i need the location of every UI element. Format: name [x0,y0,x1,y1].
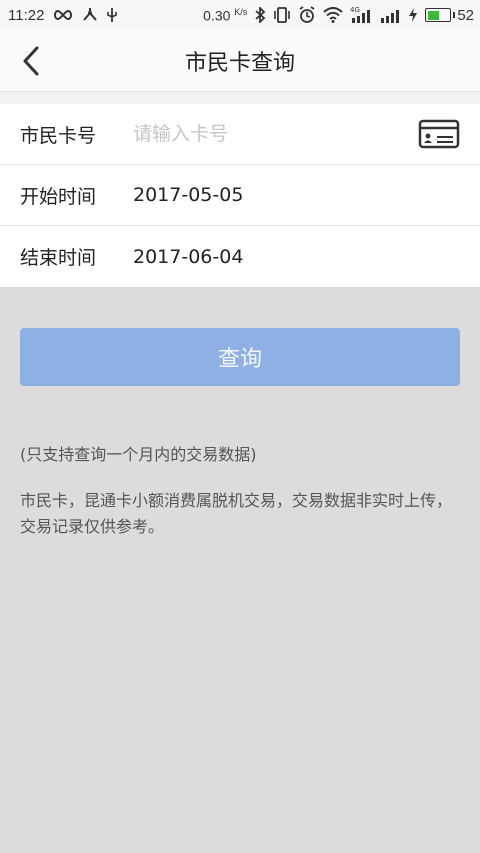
header-gap [0,92,480,104]
status-time: 11:22 [8,6,45,24]
range-note: (只支持查询一个月内的交易数据) [20,445,257,464]
infinity-icon [52,9,74,21]
info-note: 市民卡，昆通卡小额消费属脱机交易，交易数据非实时上传，交易记录仅供参考。 [20,491,453,536]
battery-percent: 52 [457,6,474,24]
page-title: 市民卡查询 [184,50,295,76]
alarm-icon [298,6,316,24]
battery-indicator: 52 [425,7,474,24]
chevron-left-icon [23,46,39,76]
query-button[interactable]: 查询 [20,328,460,386]
speed-value: 0.30 [203,7,231,24]
header: 市民卡查询 [0,30,480,92]
wifi-icon [323,7,343,23]
usb-icon [106,7,118,23]
bluetooth-icon [254,7,266,23]
battery-level [427,10,439,20]
query-form: 市民卡号 开始时间 2017-05-05 结束时间 2017-06-04 [0,104,480,287]
end-date-label: 结束时间 [20,247,97,269]
end-date-row[interactable]: 结束时间 2017-06-04 [0,226,480,287]
id-card-icon[interactable] [418,119,460,149]
start-date-row[interactable]: 开始时间 2017-05-05 [0,165,480,226]
end-date-value[interactable]: 2017-06-04 [133,246,243,268]
network-speed: 0.30 K/s [203,7,247,24]
signal-4g-icon: 4G [350,6,372,24]
status-bar: 11:22 0.30 K/s 4G 52 [0,0,480,30]
battery-icon [425,8,452,22]
back-button[interactable] [14,44,48,78]
start-date-label: 开始时间 [20,185,97,208]
charging-icon [408,7,418,23]
share-icon [82,7,98,23]
network-type-label: 4G [350,6,360,14]
card-number-label: 市民卡号 [20,124,97,147]
card-number-input[interactable] [133,123,412,145]
battery-cap [453,12,456,18]
speed-unit: K/s [234,6,248,17]
signal-icon [379,7,401,23]
vibrate-icon [273,7,291,23]
start-date-value[interactable]: 2017-05-05 [133,184,243,206]
card-number-row: 市民卡号 [0,104,480,165]
